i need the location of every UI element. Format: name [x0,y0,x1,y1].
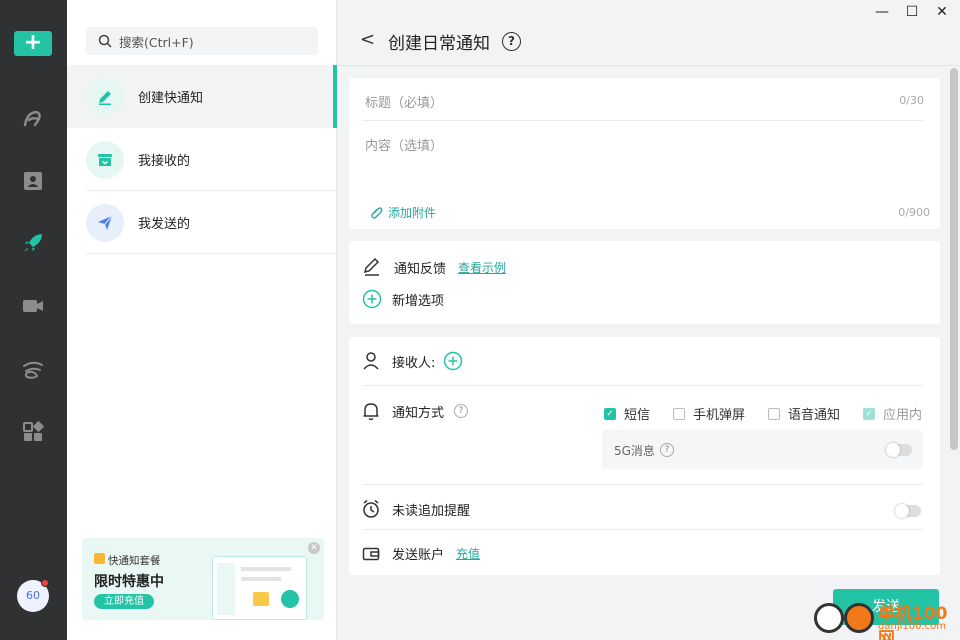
nav-item-create[interactable]: 创建快通知 [67,65,337,128]
create-notification-form: < 创建日常通知 ? — ☐ ✕ 标题（必填） 0/30 内容（选填） 添加附件… [338,0,960,640]
search-input[interactable]: 搜索(Ctrl+F) [86,27,318,55]
promo-banner[interactable]: 快通知套餐 限时特惠中 立即充值 ✕ [82,538,324,620]
promo-illustration [212,556,307,620]
recipients-label: 接收人: [392,355,436,371]
video-icon[interactable] [20,293,46,319]
method-help-icon[interactable]: ? [454,404,469,418]
edit-icon [363,257,380,276]
feedback-card: 通知反馈 查看示例 新增选项 [349,241,940,324]
reminder-label: 未读追加提醒 [392,503,471,519]
watermark-logo: 单机100网 danji100.com [808,597,958,640]
5g-help-icon[interactable]: ? [660,443,674,457]
checkbox-checked-icon: ✓ [604,407,616,420]
view-example-link[interactable]: 查看示例 [458,259,506,276]
nav-item-label: 我接收的 [138,154,191,169]
settings-card: 接收人: 通知方式 ? ✓ 短信 手机弹屏 语音通知 ✓ 应用内 5G消息 ? [349,337,940,575]
notification-list-panel: 搜索(Ctrl+F) 创建快通知 我接收的 我发送的 快通知套餐 限时特惠中 立… [67,0,337,640]
account-row: 发送账户 充值 [362,544,480,563]
title-input[interactable]: 标题（必填） [365,92,443,111]
divider [362,529,924,530]
wallet-icon [362,547,380,560]
feedback-label: 通知反馈 [394,261,447,277]
in-app-label: 应用内 [883,408,923,423]
minimize-icon[interactable]: — [872,4,892,20]
watermark-title: 单机100网 [878,604,948,640]
promo-close-icon[interactable]: ✕ [308,542,320,554]
send-plane-icon [86,203,124,242]
feedback-row: 通知反馈 查看示例 [362,257,506,277]
voice-checkbox[interactable]: 语音通知 [768,404,840,423]
voice-label: 语音通知 [788,408,841,423]
back-chevron-icon[interactable]: < [360,29,375,50]
divider [362,385,924,386]
help-icon[interactable]: ? [502,32,521,51]
content-char-count: 0/900 [898,206,930,219]
cloud-icon[interactable] [20,356,46,382]
search-icon [98,34,112,48]
account-label: 发送账户 [392,548,445,563]
add-option-label: 新增选项 [392,293,445,309]
divider [86,253,337,254]
add-attachment-link[interactable]: 添加附件 [369,204,436,221]
rocket-icon[interactable] [20,230,46,256]
add-recipient-icon[interactable] [443,351,463,371]
in-app-checkbox: ✓ 应用内 [863,404,922,423]
checkbox-empty-icon [673,407,685,420]
sms-label: 短信 [624,408,651,423]
paperclip-icon [371,206,383,219]
divider [362,120,924,121]
content-textarea[interactable]: 内容（选填） [365,135,443,154]
reminder-row: 未读追加提醒 [362,499,470,519]
watermark-url: danji100.com [878,621,946,632]
pencil-icon [86,77,124,116]
method-label: 通知方式 [392,405,445,421]
search-placeholder: 搜索(Ctrl+F) [119,34,194,50]
method-row: 通知方式 ? [362,401,469,421]
app-rail: + 60 [0,0,67,640]
alarm-clock-icon [363,499,379,518]
contacts-icon[interactable] [20,168,46,194]
message-card: 标题（必填） 0/30 内容（选填） 添加附件 0/900 [349,78,940,229]
promo-tag: 快通知套餐 [108,555,161,567]
sms-checkbox[interactable]: ✓ 短信 [604,404,650,423]
apps-icon[interactable] [20,419,46,445]
title-char-count: 0/30 [899,94,924,107]
inbox-icon [86,140,124,179]
promo-headline: 限时特惠中 [94,574,164,590]
nav-item-label: 创建快通知 [138,91,204,106]
plus-circle-icon [362,289,382,309]
5g-message-option: 5G消息 ? [602,430,923,469]
nav-item-sent[interactable]: 我发送的 [67,191,337,254]
page-header: < 创建日常通知 ? — ☐ ✕ [338,0,960,66]
promo-recharge-button[interactable]: 立即充值 [94,594,154,609]
scrollbar[interactable] [950,68,958,450]
5g-toggle[interactable] [886,443,912,457]
notification-dot [41,579,49,587]
maximize-icon[interactable]: ☐ [902,4,922,20]
divider [362,484,924,485]
checkbox-checked-icon: ✓ [863,407,875,420]
recharge-link[interactable]: 充值 [456,545,480,562]
gift-icon [94,553,105,564]
add-option-button[interactable]: 新增选项 [362,289,444,309]
close-icon[interactable]: ✕ [932,4,952,20]
page-title: 创建日常通知 [388,34,490,54]
new-button[interactable]: + [14,31,52,56]
recipients-row: 接收人: [362,351,463,371]
bell-icon [363,403,379,421]
reminder-toggle[interactable] [895,504,921,518]
nav-item-received[interactable]: 我接收的 [67,128,337,191]
nav-item-label: 我发送的 [138,217,191,232]
person-icon [363,352,379,370]
checkbox-empty-icon [768,407,780,420]
5g-message-label: 5G消息 [614,444,655,458]
logo-a-icon[interactable] [20,106,46,132]
add-attachment-label: 添加附件 [388,206,437,220]
popup-checkbox[interactable]: 手机弹屏 [673,404,745,423]
popup-label: 手机弹屏 [693,408,746,423]
